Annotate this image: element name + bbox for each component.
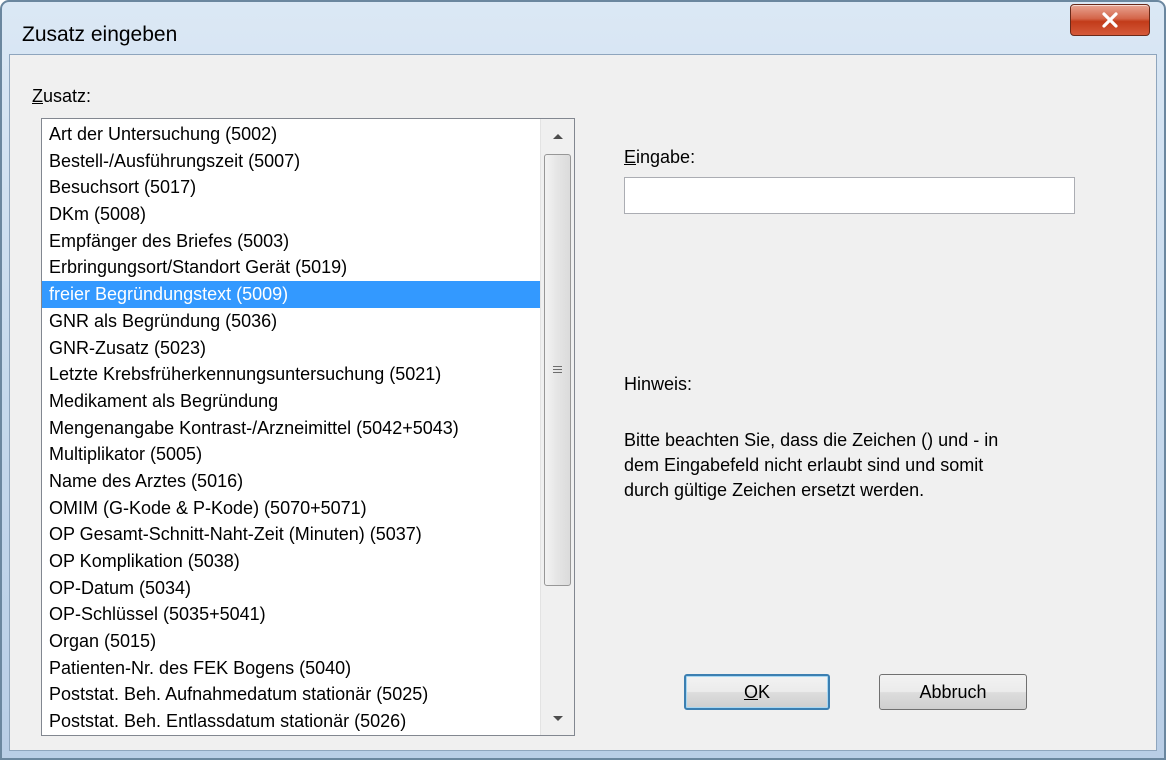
list-item[interactable]: freier Begründungstext (5009): [42, 281, 540, 308]
list-item[interactable]: Empfänger des Briefes (5003): [42, 228, 540, 255]
list-item[interactable]: Poststat. Beh. Entlassdatum stationär (5…: [42, 708, 540, 735]
list-item[interactable]: OP-Datum (5034): [42, 575, 540, 602]
ok-label: OK: [743, 681, 771, 702]
scroll-down-arrow-icon: [552, 715, 563, 721]
list-item[interactable]: Name des Arztes (5016): [42, 468, 540, 495]
scroll-down-button[interactable]: [541, 702, 574, 735]
input-label: Eingabe:: [624, 147, 696, 167]
vertical-scrollbar[interactable]: [540, 119, 574, 735]
cancel-button[interactable]: Abbruch: [879, 674, 1027, 710]
hint-line: durch gültige Zeichen ersetzt werden.: [624, 480, 925, 500]
list-item[interactable]: DKm (5008): [42, 201, 540, 228]
list-item[interactable]: Poststationär erbrachte... (5024): [42, 735, 540, 736]
list-item[interactable]: Patienten-Nr. des FEK Bogens (5040): [42, 655, 540, 682]
title-bar[interactable]: Zusatz eingeben: [2, 2, 1164, 52]
list-item[interactable]: OP Komplikation (5038): [42, 548, 540, 575]
scroll-thumb[interactable]: [544, 154, 571, 586]
list-item[interactable]: Multiplikator (5005): [42, 441, 540, 468]
list-items: Art der Untersuchung (5002) Bestell-/Ausf…: [42, 121, 540, 736]
list-item[interactable]: OMIM (G-Kode & P-Kode) (5070+5071): [42, 495, 540, 522]
close-button[interactable]: [1070, 4, 1150, 36]
list-item[interactable]: Organ (5015): [42, 628, 540, 655]
dialog-window: Zusatz eingeben Zusatz: Art der Untersuc…: [0, 0, 1166, 760]
close-icon: [1102, 12, 1118, 28]
hint-text: Bitte beachten Sie, dass die Zeichen () …: [624, 428, 1094, 503]
scroll-up-button[interactable]: [541, 119, 574, 152]
thumb-grip-line: [553, 369, 562, 370]
window-title: Zusatz eingeben: [22, 23, 178, 46]
list-label: Zusatz:: [32, 86, 92, 106]
thumb-grip-line: [553, 366, 562, 367]
list-item[interactable]: Bestell-/Ausführungszeit (5007): [42, 148, 540, 175]
list-item[interactable]: Letzte Krebsfrüherkennungsuntersuchung (…: [42, 361, 540, 388]
hint-line: Bitte beachten Sie, dass die Zeichen () …: [624, 430, 999, 450]
ok-button[interactable]: OK: [684, 674, 830, 710]
hint-line: dem Eingabefeld nicht erlaubt sind und s…: [624, 455, 984, 475]
scroll-up-arrow-icon: [552, 133, 563, 139]
list-item[interactable]: Besuchsort (5017): [42, 174, 540, 201]
zusatz-listbox[interactable]: Art der Untersuchung (5002) Bestell-/Ausf…: [41, 118, 575, 736]
list-item[interactable]: Poststat. Beh. Aufnahmedatum stationär (…: [42, 681, 540, 708]
list-item[interactable]: GNR-Zusatz (5023): [42, 335, 540, 362]
hint-title: Hinweis:: [624, 374, 693, 394]
dialog-client-area: Zusatz: Art der Untersuchung (5002) Beste…: [9, 54, 1157, 751]
list-item[interactable]: Erbringungsort/Standort Gerät (5019): [42, 254, 540, 281]
list-item[interactable]: Art der Untersuchung (5002): [42, 121, 540, 148]
list-item[interactable]: GNR als Begründung (5036): [42, 308, 540, 335]
eingabe-input[interactable]: [624, 177, 1075, 214]
list-item[interactable]: OP Gesamt-Schnitt-Naht-Zeit (Minuten) (5…: [42, 521, 540, 548]
list-item[interactable]: Mengenangabe Kontrast-/Arzneimittel (504…: [42, 415, 540, 442]
thumb-grip-line: [553, 372, 562, 373]
list-item[interactable]: Medikament als Begründung: [42, 388, 540, 415]
list-item[interactable]: OP-Schlüssel (5035+5041): [42, 601, 540, 628]
